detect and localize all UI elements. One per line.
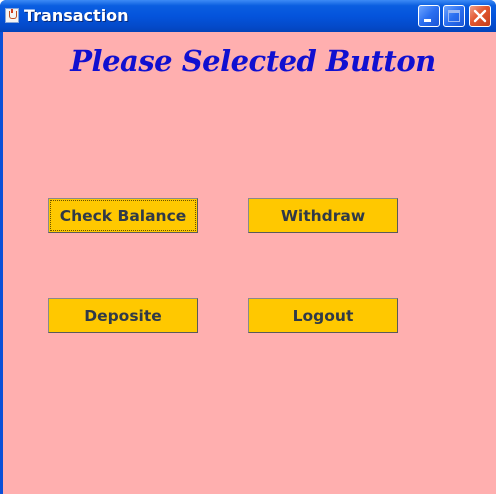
close-button[interactable] bbox=[469, 5, 491, 27]
check-balance-button[interactable]: Check Balance bbox=[48, 198, 198, 233]
page-heading: Please Selected Button bbox=[70, 44, 436, 78]
close-icon bbox=[473, 9, 487, 23]
maximize-icon bbox=[448, 10, 460, 22]
withdraw-button[interactable]: Withdraw bbox=[248, 198, 398, 233]
logout-button[interactable]: Logout bbox=[248, 298, 398, 333]
maximize-button[interactable] bbox=[443, 5, 465, 27]
minimize-button[interactable] bbox=[418, 5, 440, 27]
deposite-button[interactable]: Deposite bbox=[48, 298, 198, 333]
title-bar[interactable]: Transaction bbox=[0, 0, 496, 32]
content-panel: Please Selected Button Check Balance Wit… bbox=[3, 32, 496, 494]
minimize-icon bbox=[424, 19, 431, 22]
transaction-window: Transaction Please Selected Button Check… bbox=[0, 0, 496, 494]
window-title: Transaction bbox=[24, 6, 129, 25]
java-cup-icon[interactable] bbox=[5, 8, 19, 23]
